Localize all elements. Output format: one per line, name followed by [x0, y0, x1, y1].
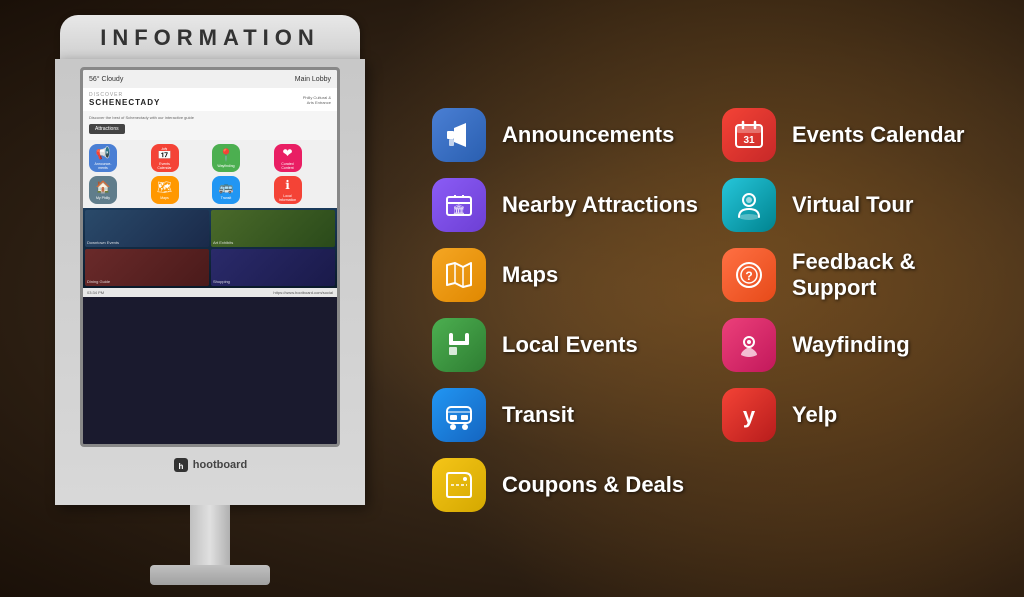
- screen-footer: 03:34 PM https://www.hootboard.com/socia…: [83, 288, 337, 297]
- screen-top-bar: 56° Cloudy Main Lobby: [83, 70, 337, 88]
- events-calendar-svg: 31: [733, 119, 765, 151]
- menu-left-column: Announcements 🏛 Nearby Attractions: [420, 100, 710, 520]
- feedback-support-icon: ?: [722, 248, 776, 302]
- virtual-tour-label: Virtual Tour: [792, 192, 913, 218]
- mini-icon-wayfinding[interactable]: 📍 Wayfinding: [212, 144, 240, 172]
- virtual-tour-icon: [722, 178, 776, 232]
- wayfinding-svg: [733, 329, 765, 361]
- coupons-deals-label: Coupons & Deals: [502, 472, 684, 498]
- announcements-icon: [432, 108, 486, 162]
- screen-city-name: SCHENECTADY: [89, 98, 160, 107]
- virtual-tour-svg: [733, 189, 765, 221]
- screen-time: 03:34 PM: [87, 290, 104, 295]
- local-events-icon: [432, 318, 486, 372]
- kiosk: INFORMATION 56° Cloudy Main Lobby DISCOV…: [50, 15, 370, 585]
- nearby-attractions-label: Nearby Attractions: [502, 192, 698, 218]
- yelp-svg: y: [733, 399, 765, 431]
- events-calendar-icon: 31: [722, 108, 776, 162]
- nearby-attractions-svg: 🏛: [443, 189, 475, 221]
- svg-text:?: ?: [745, 269, 752, 283]
- menu-item-announcements[interactable]: Announcements: [420, 100, 710, 170]
- screen-desc: Discover the best of Schenectady with ou…: [89, 115, 331, 120]
- transit-icon: [432, 388, 486, 442]
- screen-content: Discover the best of Schenectady with ou…: [83, 111, 337, 140]
- menu-item-virtual-tour[interactable]: Virtual Tour: [710, 170, 1000, 240]
- nearby-attractions-icon: 🏛: [432, 178, 486, 232]
- yelp-icon: y: [722, 388, 776, 442]
- maps-icon: [432, 248, 486, 302]
- transit-label: Transit: [502, 402, 574, 428]
- mini-icon-announcements[interactable]: 📢 Announce-ments: [89, 144, 117, 172]
- mini-icon-events-calendar[interactable]: 📅 EventsCalendar: [151, 144, 179, 172]
- menu-item-maps[interactable]: Maps: [420, 240, 710, 310]
- menu-item-yelp[interactable]: y Yelp: [710, 380, 1000, 450]
- menu-item-transit[interactable]: Transit: [420, 380, 710, 450]
- mini-icon-my-philly[interactable]: 🏠 My Philly: [89, 176, 117, 204]
- maps-label: Maps: [502, 262, 558, 288]
- menu-item-local-events[interactable]: Local Events: [420, 310, 710, 380]
- mini-icon-maps[interactable]: 🗺 Maps: [151, 176, 179, 204]
- mini-icon-transit[interactable]: 🚌 Transit: [212, 176, 240, 204]
- svg-text:h: h: [178, 462, 183, 471]
- screen-weather: 56° Cloudy: [89, 76, 123, 83]
- transit-svg: [443, 399, 475, 431]
- screen-location: Main Lobby: [295, 76, 331, 83]
- menu-item-events-calendar[interactable]: 31 Events Calendar: [710, 100, 1000, 170]
- yelp-label: Yelp: [792, 402, 837, 428]
- announcements-svg: [444, 120, 474, 150]
- mini-icon-curated[interactable]: ❤ CuratedContent: [274, 144, 302, 172]
- screen-sublocation: Philly Cultural &Arts Entrance: [303, 95, 331, 105]
- coupons-deals-svg: [443, 469, 475, 501]
- menu-item-feedback-support[interactable]: ? Feedback & Support: [710, 240, 1000, 310]
- announcements-label: Announcements: [502, 122, 674, 148]
- svg-text:y: y: [743, 403, 756, 428]
- menu-item-wayfinding[interactable]: Wayfinding: [710, 310, 1000, 380]
- svg-text:🏛: 🏛: [453, 204, 466, 216]
- mini-icon-local-info[interactable]: ℹ LocalInformation: [274, 176, 302, 204]
- events-calendar-label: Events Calendar: [792, 122, 964, 148]
- icon-grid: 📢 Announce-ments 📅 EventsCalendar 📍 Wayf…: [83, 140, 337, 208]
- menu-item-nearby-attractions[interactable]: 🏛 Nearby Attractions: [420, 170, 710, 240]
- feedback-support-label: Feedback & Support: [792, 249, 988, 301]
- screen-bottom-section: Downtown Events Art Exhibits Dining Guid…: [83, 208, 337, 288]
- kiosk-base: [150, 565, 270, 585]
- local-events-svg: [443, 329, 475, 361]
- maps-svg: [443, 259, 475, 291]
- hootboard-icon: h: [173, 457, 189, 473]
- hootboard-branding: h hootboard: [173, 457, 247, 473]
- coupons-deals-icon: [432, 458, 486, 512]
- local-events-label: Local Events: [502, 332, 638, 358]
- feedback-support-svg: ?: [733, 259, 765, 291]
- menu-right-column: 31 Events Calendar Virtual Tour: [710, 100, 1000, 520]
- kiosk-body: 56° Cloudy Main Lobby DISCOVER SCHENECTA…: [55, 59, 365, 505]
- hootboard-label: hootboard: [193, 459, 247, 471]
- wayfinding-label: Wayfinding: [792, 332, 910, 358]
- svg-text:31: 31: [743, 135, 755, 146]
- wayfinding-icon: [722, 318, 776, 372]
- kiosk-header: INFORMATION: [60, 15, 360, 59]
- explore-button[interactable]: Attractions: [89, 124, 125, 134]
- menu-item-coupons-deals[interactable]: Coupons & Deals: [420, 450, 710, 520]
- kiosk-screen[interactable]: 56° Cloudy Main Lobby DISCOVER SCHENECTA…: [80, 67, 340, 447]
- screen-url: https://www.hootboard.com/social: [273, 290, 333, 295]
- kiosk-title: INFORMATION: [60, 25, 360, 51]
- screen-header: DISCOVER SCHENECTADY Philly Cultural &Ar…: [83, 88, 337, 111]
- kiosk-neck: [190, 505, 230, 565]
- menu-container: Announcements 🏛 Nearby Attractions: [420, 100, 1000, 520]
